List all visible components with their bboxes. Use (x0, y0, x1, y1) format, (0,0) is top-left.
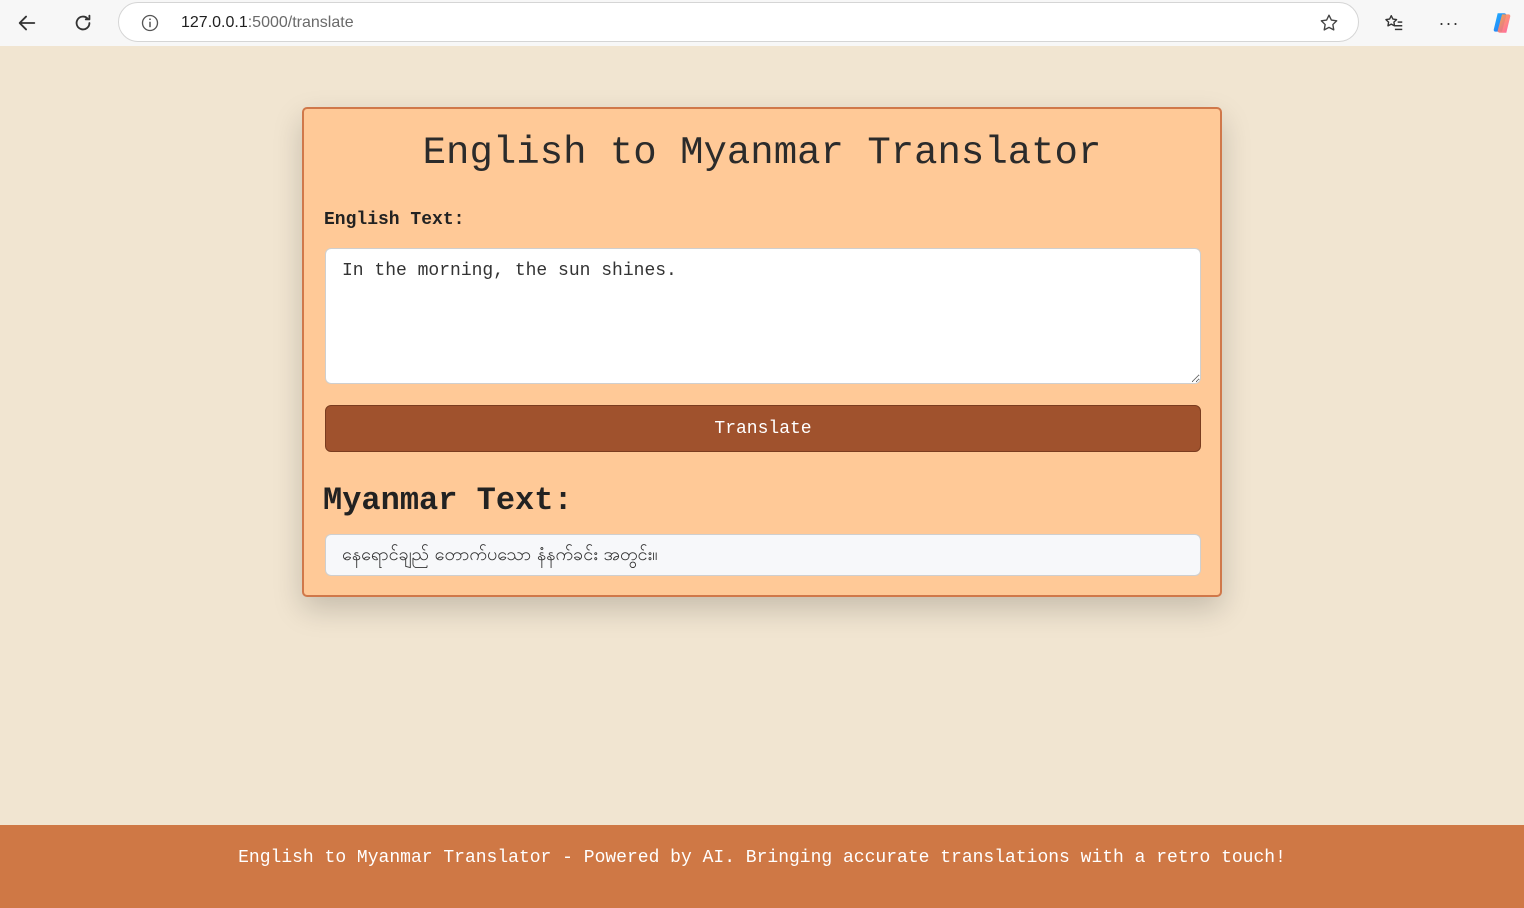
info-icon[interactable] (139, 12, 161, 34)
myanmar-output-text: နေရောင်ချည် တောက်ပသော နံနက်ခင်း အတွင်း။ (342, 543, 658, 565)
page-title: English to Myanmar Translator (422, 131, 1102, 175)
copilot-icon (1493, 13, 1511, 33)
english-text-input[interactable]: In the morning, the sun shines. (325, 248, 1201, 384)
footer-text: English to Myanmar Translator - Powered … (238, 848, 1286, 868)
footer: English to Myanmar Translator - Powered … (0, 825, 1524, 908)
copilot-button[interactable] (1485, 6, 1519, 40)
favorites-button[interactable] (1377, 6, 1411, 40)
url-text[interactable]: 127.0.0.1:5000/translate (181, 13, 354, 33)
address-bar[interactable]: 127.0.0.1:5000/translate (118, 2, 1359, 42)
url-host: 127.0.0.1 (181, 14, 248, 31)
more-icon[interactable]: ··· (1432, 6, 1466, 40)
browser-toolbar: 127.0.0.1:5000/translate ··· (0, 0, 1524, 46)
translate-button[interactable]: Translate (325, 405, 1201, 452)
favorites-icon (1385, 14, 1403, 31)
translator-card: English to Myanmar Translator English Te… (302, 107, 1222, 597)
back-button[interactable] (10, 6, 44, 40)
myanmar-output-box: နေရောင်ချည် တောက်ပသော နံနက်ခင်း အတွင်း။ (325, 534, 1201, 576)
reload-icon (75, 14, 91, 31)
reload-button[interactable] (66, 6, 100, 40)
url-path: :5000/translate (247, 14, 354, 31)
star-icon[interactable] (1318, 12, 1340, 34)
back-arrow-icon (18, 15, 36, 31)
myanmar-text-heading: Myanmar Text: (323, 482, 573, 519)
english-text-label: English Text: (324, 210, 465, 230)
